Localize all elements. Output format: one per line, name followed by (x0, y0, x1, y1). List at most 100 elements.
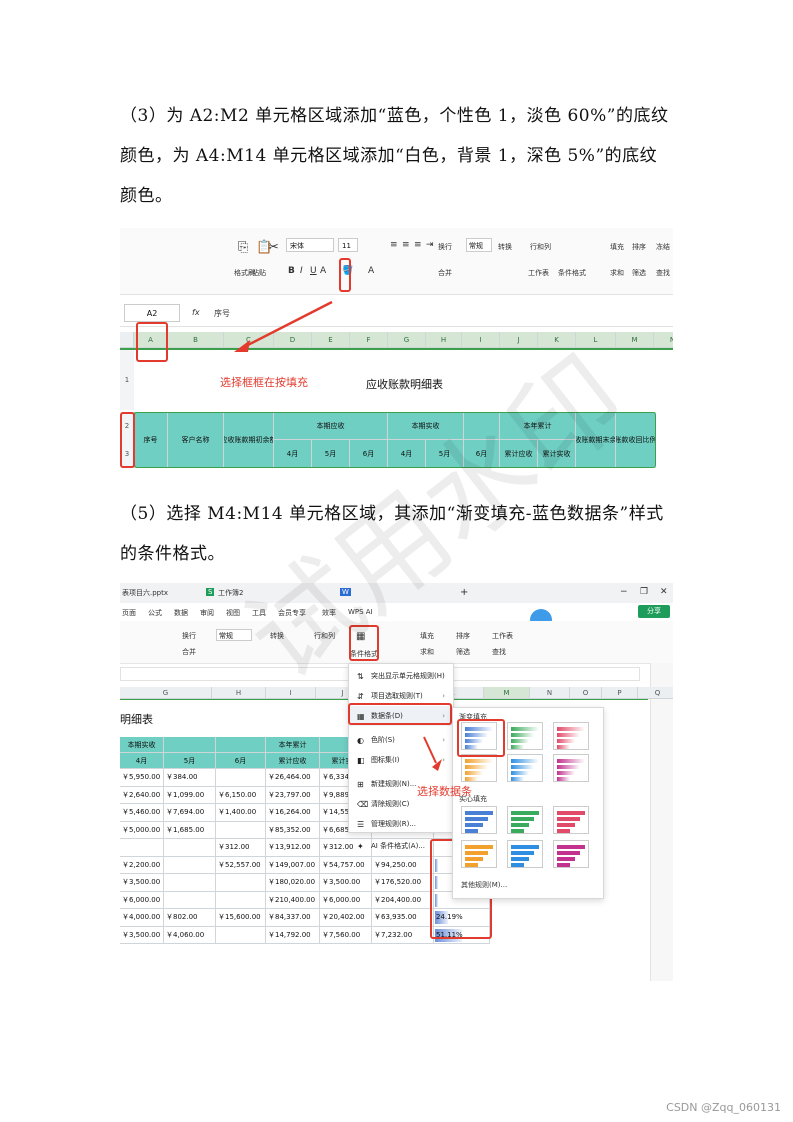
bold-icon[interactable]: B (288, 266, 295, 276)
italic-icon[interactable]: I (300, 266, 303, 276)
table-row-6-cell-0[interactable]: ￥3,500.00 (120, 874, 164, 892)
restore-icon[interactable]: ❐ (640, 587, 648, 597)
column-header-o[interactable]: O (570, 687, 602, 699)
new-tab-icon[interactable]: + (460, 587, 468, 598)
fill-label[interactable]: 填充 (610, 242, 624, 252)
table-row-8-cell-0[interactable]: ￥4,000.00 (120, 909, 164, 927)
header2-cell-2[interactable]: 6月 (216, 753, 266, 769)
gradient-swatch-red[interactable] (553, 722, 589, 750)
table-row-7-cell-1[interactable] (164, 891, 216, 909)
table-row-1-cell-3[interactable]: ￥23,797.00 (266, 786, 320, 804)
table-row-5-cell-5[interactable]: ￥94,250.00 (372, 856, 434, 874)
table-row-2-cell-3[interactable]: ￥16,264.00 (266, 804, 320, 822)
menu-item-0[interactable]: ⇅ 突出显示单元格规则(H) › (349, 666, 453, 686)
header1-cell-2[interactable] (216, 737, 266, 753)
align-top-icon[interactable]: ≡ (390, 240, 398, 250)
column-header-h[interactable]: H (212, 687, 266, 699)
menu-tab-0[interactable]: 页面 (122, 608, 136, 618)
column-header-f[interactable]: F (350, 332, 388, 348)
table-row-3-cell-0[interactable]: ￥5,000.00 (120, 821, 164, 839)
column-header-k[interactable]: K (538, 332, 576, 348)
row-col-label-2[interactable]: 行和列 (314, 631, 335, 641)
number-format-select[interactable]: 常规 (466, 238, 492, 252)
cut-icon[interactable]: ✂ (268, 240, 279, 255)
column-header-q[interactable]: Q (638, 687, 673, 699)
table-row-5-cell-1[interactable] (164, 856, 216, 874)
underline-icon[interactable]: U (310, 266, 317, 276)
table-row-2-cell-1[interactable]: ￥7,694.00 (164, 804, 216, 822)
menu-tab-2[interactable]: 数据 (174, 608, 188, 618)
menu-tab-8[interactable]: WPS AI (348, 608, 373, 616)
table-row-4-cell-0[interactable] (120, 839, 164, 857)
table-row-5-cell-4[interactable]: ￥54,757.00 (320, 856, 372, 874)
minimize-icon[interactable]: − (620, 587, 628, 597)
row-col-label[interactable]: 行和列 (530, 242, 551, 252)
solid-swatch-blue[interactable] (461, 806, 497, 834)
menu-item-7[interactable]: ☰ 管理规则(R)... (349, 814, 453, 834)
table-row-9-cell-0[interactable]: ￥3,500.00 (120, 926, 164, 944)
indent-icon[interactable]: ⇥ (426, 240, 434, 250)
table-row-7-cell-3[interactable]: ￥210,400.00 (266, 891, 320, 909)
table-row-0-cell-1[interactable]: ￥384.00 (164, 769, 216, 787)
tab-workbook[interactable]: 工作簿2 (218, 588, 243, 598)
header1-cell-1[interactable] (164, 737, 216, 753)
cond-format-label[interactable]: 条件格式 (558, 268, 586, 278)
gradient-swatch-lightblue[interactable] (507, 754, 543, 782)
menu-item-8[interactable]: ✦ AI 条件格式(A)... (349, 836, 453, 856)
table-row-0-cell-0[interactable]: ￥5,950.00 (120, 769, 164, 787)
sort-label-2[interactable]: 排序 (456, 631, 470, 641)
sum-label[interactable]: 求和 (610, 268, 624, 278)
paste-label[interactable]: 粘贴 (252, 268, 266, 278)
table-row-6-cell-1[interactable] (164, 874, 216, 892)
table-row-1-cell-0[interactable]: ￥2,640.00 (120, 786, 164, 804)
menu-tab-6[interactable]: 会员专享 (278, 608, 306, 618)
share-button[interactable]: 分享 (638, 605, 670, 618)
table-row-8-cell-5[interactable]: ￥63,935.00 (372, 909, 434, 927)
header1-cell-0[interactable]: 本期实收 (120, 737, 164, 753)
column-header-i[interactable]: I (266, 687, 316, 699)
gradient-swatch-purple[interactable] (553, 754, 589, 782)
table-row-6-cell-4[interactable]: ￥3,500.00 (320, 874, 372, 892)
fill-label-2[interactable]: 填充 (420, 631, 434, 641)
column-header-g[interactable]: G (120, 687, 212, 699)
number-format-select-2[interactable]: 常规 (216, 629, 252, 641)
filter-label-2[interactable]: 筛选 (456, 647, 470, 657)
other-rules-item[interactable]: 其他规则(M)... (461, 880, 507, 890)
table-row-0-cell-3[interactable]: ￥26,464.00 (266, 769, 320, 787)
table-row-3-cell-3[interactable]: ￥85,352.00 (266, 821, 320, 839)
table-row-2-cell-2[interactable]: ￥1,400.00 (216, 804, 266, 822)
find-label[interactable]: 查找 (656, 268, 670, 278)
wrap-label-2[interactable]: 换行 (182, 631, 196, 641)
font-name-select[interactable]: 宋体 (286, 238, 334, 252)
formula-content[interactable]: 序号 (214, 308, 230, 319)
table-row-8-cell-2[interactable]: ￥15,600.00 (216, 909, 266, 927)
table-row-6-cell-5[interactable]: ￥176,520.00 (372, 874, 434, 892)
font-color-icon[interactable]: A (368, 266, 374, 276)
solid-swatch-orange[interactable] (461, 840, 497, 868)
table-row-8-cell-3[interactable]: ￥84,337.00 (266, 909, 320, 927)
column-header-n[interactable]: N (654, 332, 673, 348)
table-row-4-cell-3[interactable]: ￥13,912.00 (266, 839, 320, 857)
table-row-9-cell-5[interactable]: ￥7,232.00 (372, 926, 434, 944)
align-bottom-icon[interactable]: ≡ (414, 240, 422, 250)
format-painter-icon[interactable]: ⎘ (238, 240, 248, 255)
table-row-9-cell-1[interactable]: ￥4,060.00 (164, 926, 216, 944)
word-icon[interactable]: W (340, 588, 351, 596)
table-row-9-cell-2[interactable] (216, 926, 266, 944)
table-row-2-cell-0[interactable]: ￥5,460.00 (120, 804, 164, 822)
solid-swatch-lightblue[interactable] (507, 840, 543, 868)
table-row-7-cell-4[interactable]: ￥6,000.00 (320, 891, 372, 909)
column-header-i[interactable]: I (462, 332, 500, 348)
gradient-swatch-green[interactable] (507, 722, 543, 750)
header2-cell-0[interactable]: 4月 (120, 753, 164, 769)
header1-cell-3[interactable]: 本年累计 (266, 737, 320, 753)
table-row-9-cell-4[interactable]: ￥7,560.00 (320, 926, 372, 944)
menu-tab-3[interactable]: 审阅 (200, 608, 214, 618)
column-header-p[interactable]: P (602, 687, 638, 699)
freeze-label[interactable]: 冻结 (656, 242, 670, 252)
column-header-m[interactable]: M (484, 687, 530, 699)
tab-pptx[interactable]: 表项目六.pptx (122, 588, 168, 598)
menu-tab-5[interactable]: 工具 (252, 608, 266, 618)
filter-label[interactable]: 筛选 (632, 268, 646, 278)
close-icon[interactable]: ✕ (660, 587, 668, 597)
